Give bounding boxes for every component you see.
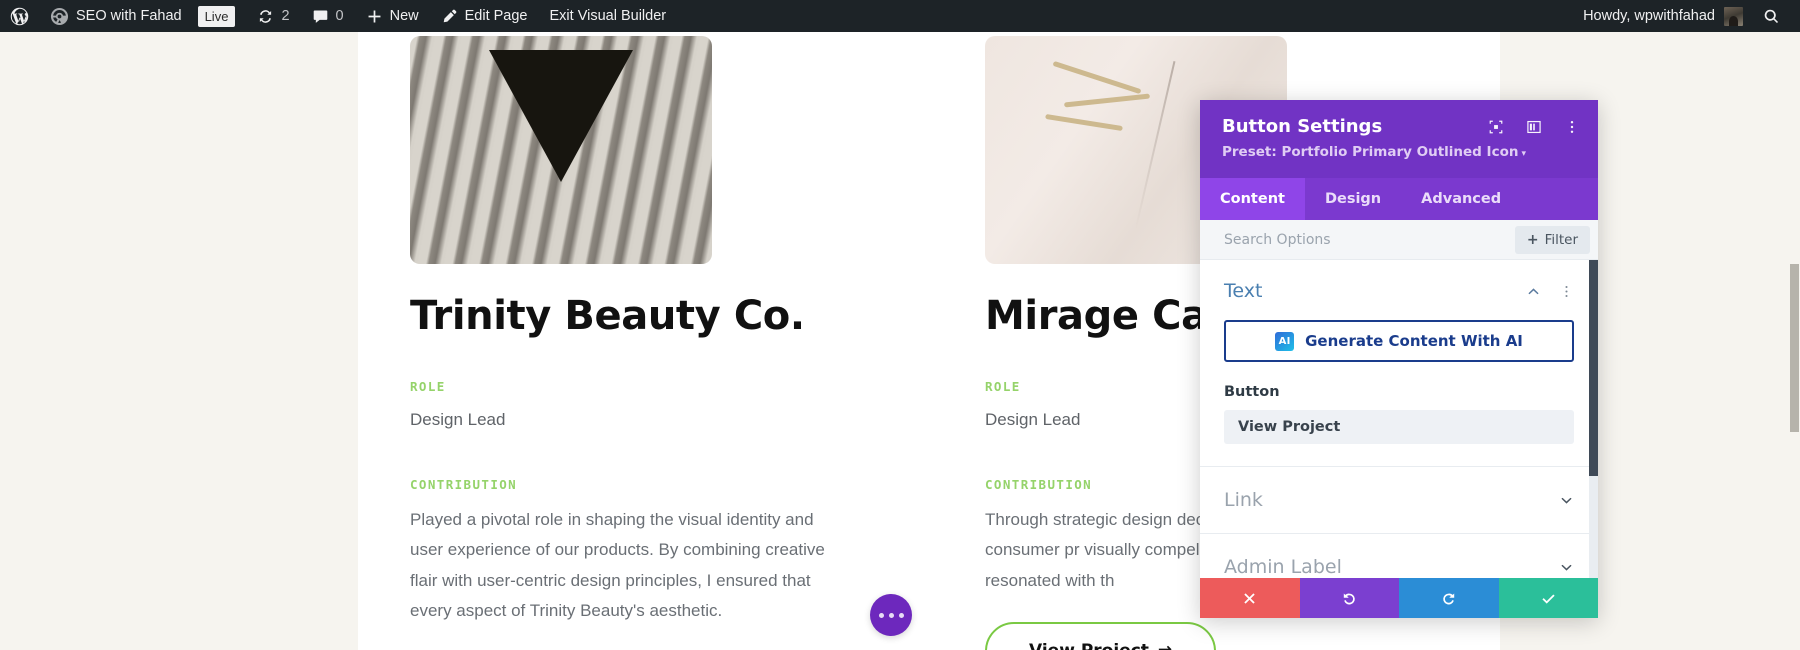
project-card[interactable]: Trinity Beauty Co. ROLE Design Lead CONT… — [358, 32, 930, 650]
ellipsis-icon-dot — [888, 612, 894, 618]
tab-design[interactable]: Design — [1305, 178, 1401, 220]
ellipsis-icon-dot — [898, 612, 904, 618]
filter-label: Filter — [1544, 231, 1578, 248]
ellipsis-icon-dot — [878, 612, 884, 618]
search-icon — [1764, 9, 1779, 23]
search-options-input[interactable]: Search Options — [1224, 232, 1331, 248]
section-link-header[interactable]: Link — [1200, 467, 1598, 533]
chevron-down-icon[interactable] — [1559, 493, 1574, 508]
updates-count: 2 — [281, 8, 290, 24]
chevron-up-icon[interactable] — [1526, 284, 1541, 299]
live-badge[interactable]: Live — [197, 5, 236, 27]
role-kicker: ROLE — [410, 378, 446, 394]
panel-search-bar[interactable]: Search Options + Filter — [1200, 220, 1598, 260]
edit-page-label: Edit Page — [464, 8, 528, 24]
page-scrollbar-thumb[interactable] — [1790, 264, 1799, 432]
button-text-input[interactable]: View Project — [1224, 410, 1574, 444]
view-project-label: View Project — [1029, 641, 1149, 650]
howdy-label: Howdy, wpwithfahad — [1583, 8, 1715, 24]
undo-button[interactable] — [1299, 578, 1399, 618]
cancel-button[interactable] — [1200, 578, 1300, 618]
pencil-icon — [443, 9, 456, 22]
redo-button[interactable] — [1399, 578, 1499, 618]
edit-page-menu[interactable]: Edit Page — [430, 0, 539, 32]
generate-content-with-ai-button[interactable]: AI Generate Content With AI — [1224, 320, 1574, 362]
site-name-label: SEO with Fahad — [76, 8, 182, 24]
view-project-button[interactable]: View Project → — [985, 621, 1217, 650]
dashboard-icon — [50, 7, 69, 25]
section-admin-label-label: Admin Label — [1224, 556, 1342, 578]
fullscreen-icon[interactable] — [1488, 119, 1504, 135]
exit-visual-builder-button[interactable]: Exit Visual Builder — [539, 0, 678, 32]
wp-admin-bar: SEO with Fahad Live 2 0 New Edit Page Ex… — [0, 0, 1800, 32]
check-icon — [1542, 594, 1555, 604]
layout-columns-icon[interactable] — [1526, 119, 1542, 135]
kebab-menu-icon[interactable] — [1559, 284, 1574, 299]
chevron-down-icon: ▾ — [1521, 148, 1526, 159]
section-text-header[interactable]: Text — [1200, 260, 1598, 320]
plus-icon — [368, 10, 381, 22]
arrow-right-icon: → — [1158, 642, 1172, 650]
redo-icon — [1443, 592, 1455, 604]
panel-scrollbar-thumb[interactable] — [1589, 260, 1598, 476]
section-text-body: AI Generate Content With AI Button View … — [1200, 320, 1598, 466]
panel-preset-selector[interactable]: Preset: Portfolio Primary Outlined Icon ▾ — [1222, 144, 1580, 160]
section-text-label: Text — [1224, 280, 1263, 302]
wp-logo-button[interactable] — [0, 0, 39, 32]
panel-scrollbar[interactable] — [1589, 260, 1598, 578]
panel-body: Text AI Generate Content With AI Button … — [1200, 260, 1598, 578]
section-link-label: Link — [1224, 489, 1263, 511]
panel-tabs[interactable]: Content Design Advanced — [1200, 178, 1598, 220]
tab-advanced[interactable]: Advanced — [1401, 178, 1521, 220]
updates-icon — [260, 9, 272, 23]
contribution-kicker: CONTRIBUTION — [410, 477, 518, 493]
chevron-down-icon[interactable] — [1559, 560, 1574, 575]
ai-badge-icon: AI — [1275, 331, 1295, 351]
updates-menu[interactable]: 2 — [246, 0, 300, 32]
undo-icon — [1343, 592, 1355, 604]
save-button[interactable] — [1498, 578, 1598, 618]
comments-menu[interactable]: 0 — [301, 0, 355, 32]
panel-action-bar[interactable] — [1200, 578, 1598, 618]
button-settings-panel[interactable]: Button Settings Preset: Portfolio Primar… — [1200, 100, 1598, 618]
button-field-label: Button — [1224, 384, 1280, 400]
filter-button[interactable]: + Filter — [1514, 225, 1590, 254]
page-title: Trinity Beauty Co. — [410, 293, 805, 339]
account-menu[interactable]: Howdy, wpwithfahad — [1573, 6, 1753, 26]
kebab-menu-icon[interactable] — [1564, 119, 1580, 135]
section-admin-label-header[interactable]: Admin Label — [1200, 534, 1598, 578]
x-icon — [1244, 592, 1255, 604]
contribution-text: Played a pivotal role in shaping the vis… — [410, 510, 825, 620]
builder-menu-fab[interactable] — [870, 594, 912, 636]
tab-content[interactable]: Content — [1200, 178, 1305, 220]
plus-icon: + — [1526, 231, 1539, 248]
generate-content-with-ai-label: Generate Content With AI — [1305, 332, 1523, 350]
project-thumbnail-trinity-icon — [410, 36, 712, 264]
avatar — [1724, 6, 1743, 26]
exit-visual-builder-label: Exit Visual Builder — [549, 8, 667, 24]
admin-search-button[interactable] — [1753, 8, 1792, 25]
new-content-menu[interactable]: New — [355, 0, 430, 32]
panel-header: Button Settings Preset: Portfolio Primar… — [1200, 100, 1598, 178]
wordpress-logo-icon — [10, 7, 29, 25]
page-scrollbar[interactable] — [1788, 32, 1800, 650]
comments-count: 0 — [335, 8, 344, 24]
new-label: New — [389, 8, 419, 24]
site-name-menu[interactable]: SEO with Fahad Live — [39, 0, 246, 32]
role-value: Design Lead — [410, 409, 506, 429]
comment-bubble-icon — [313, 10, 327, 23]
panel-preset-label: Preset: Portfolio Primary Outlined Icon — [1222, 143, 1519, 160]
